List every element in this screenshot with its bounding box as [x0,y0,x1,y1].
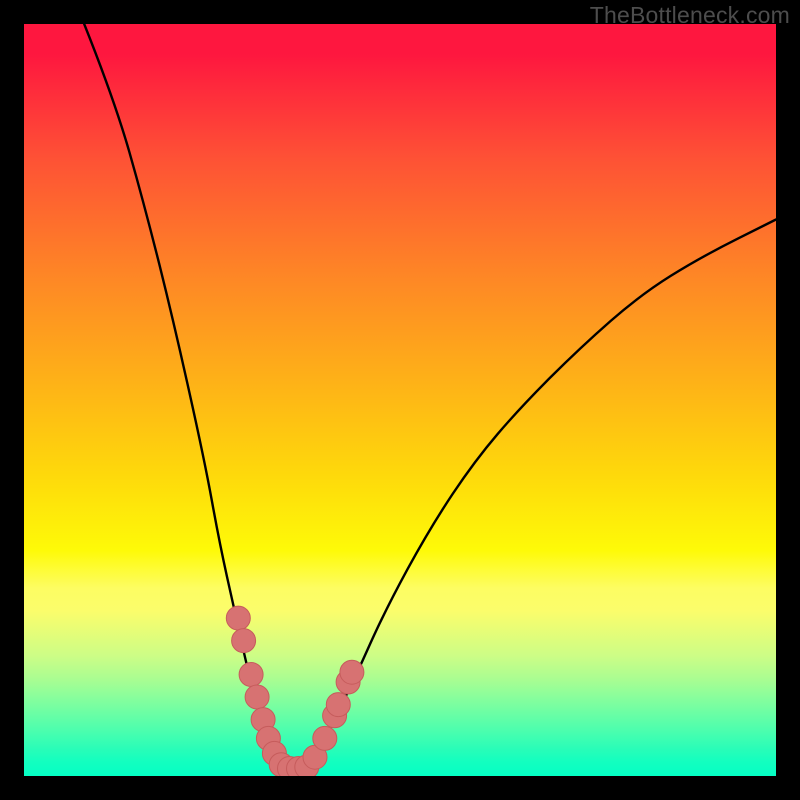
curve-marker [245,685,269,709]
curve-marker [326,693,350,717]
chart-plot-area [24,24,776,776]
curve-marker [313,726,337,750]
curve-marker [232,629,256,653]
curve-marker [340,660,364,684]
curve-marker [226,606,250,630]
watermark-text: TheBottleneck.com [590,2,790,29]
bottleneck-curve-path [84,24,776,769]
curve-markers [226,606,364,776]
curve-marker [239,663,263,687]
bottleneck-curve-svg [24,24,776,776]
